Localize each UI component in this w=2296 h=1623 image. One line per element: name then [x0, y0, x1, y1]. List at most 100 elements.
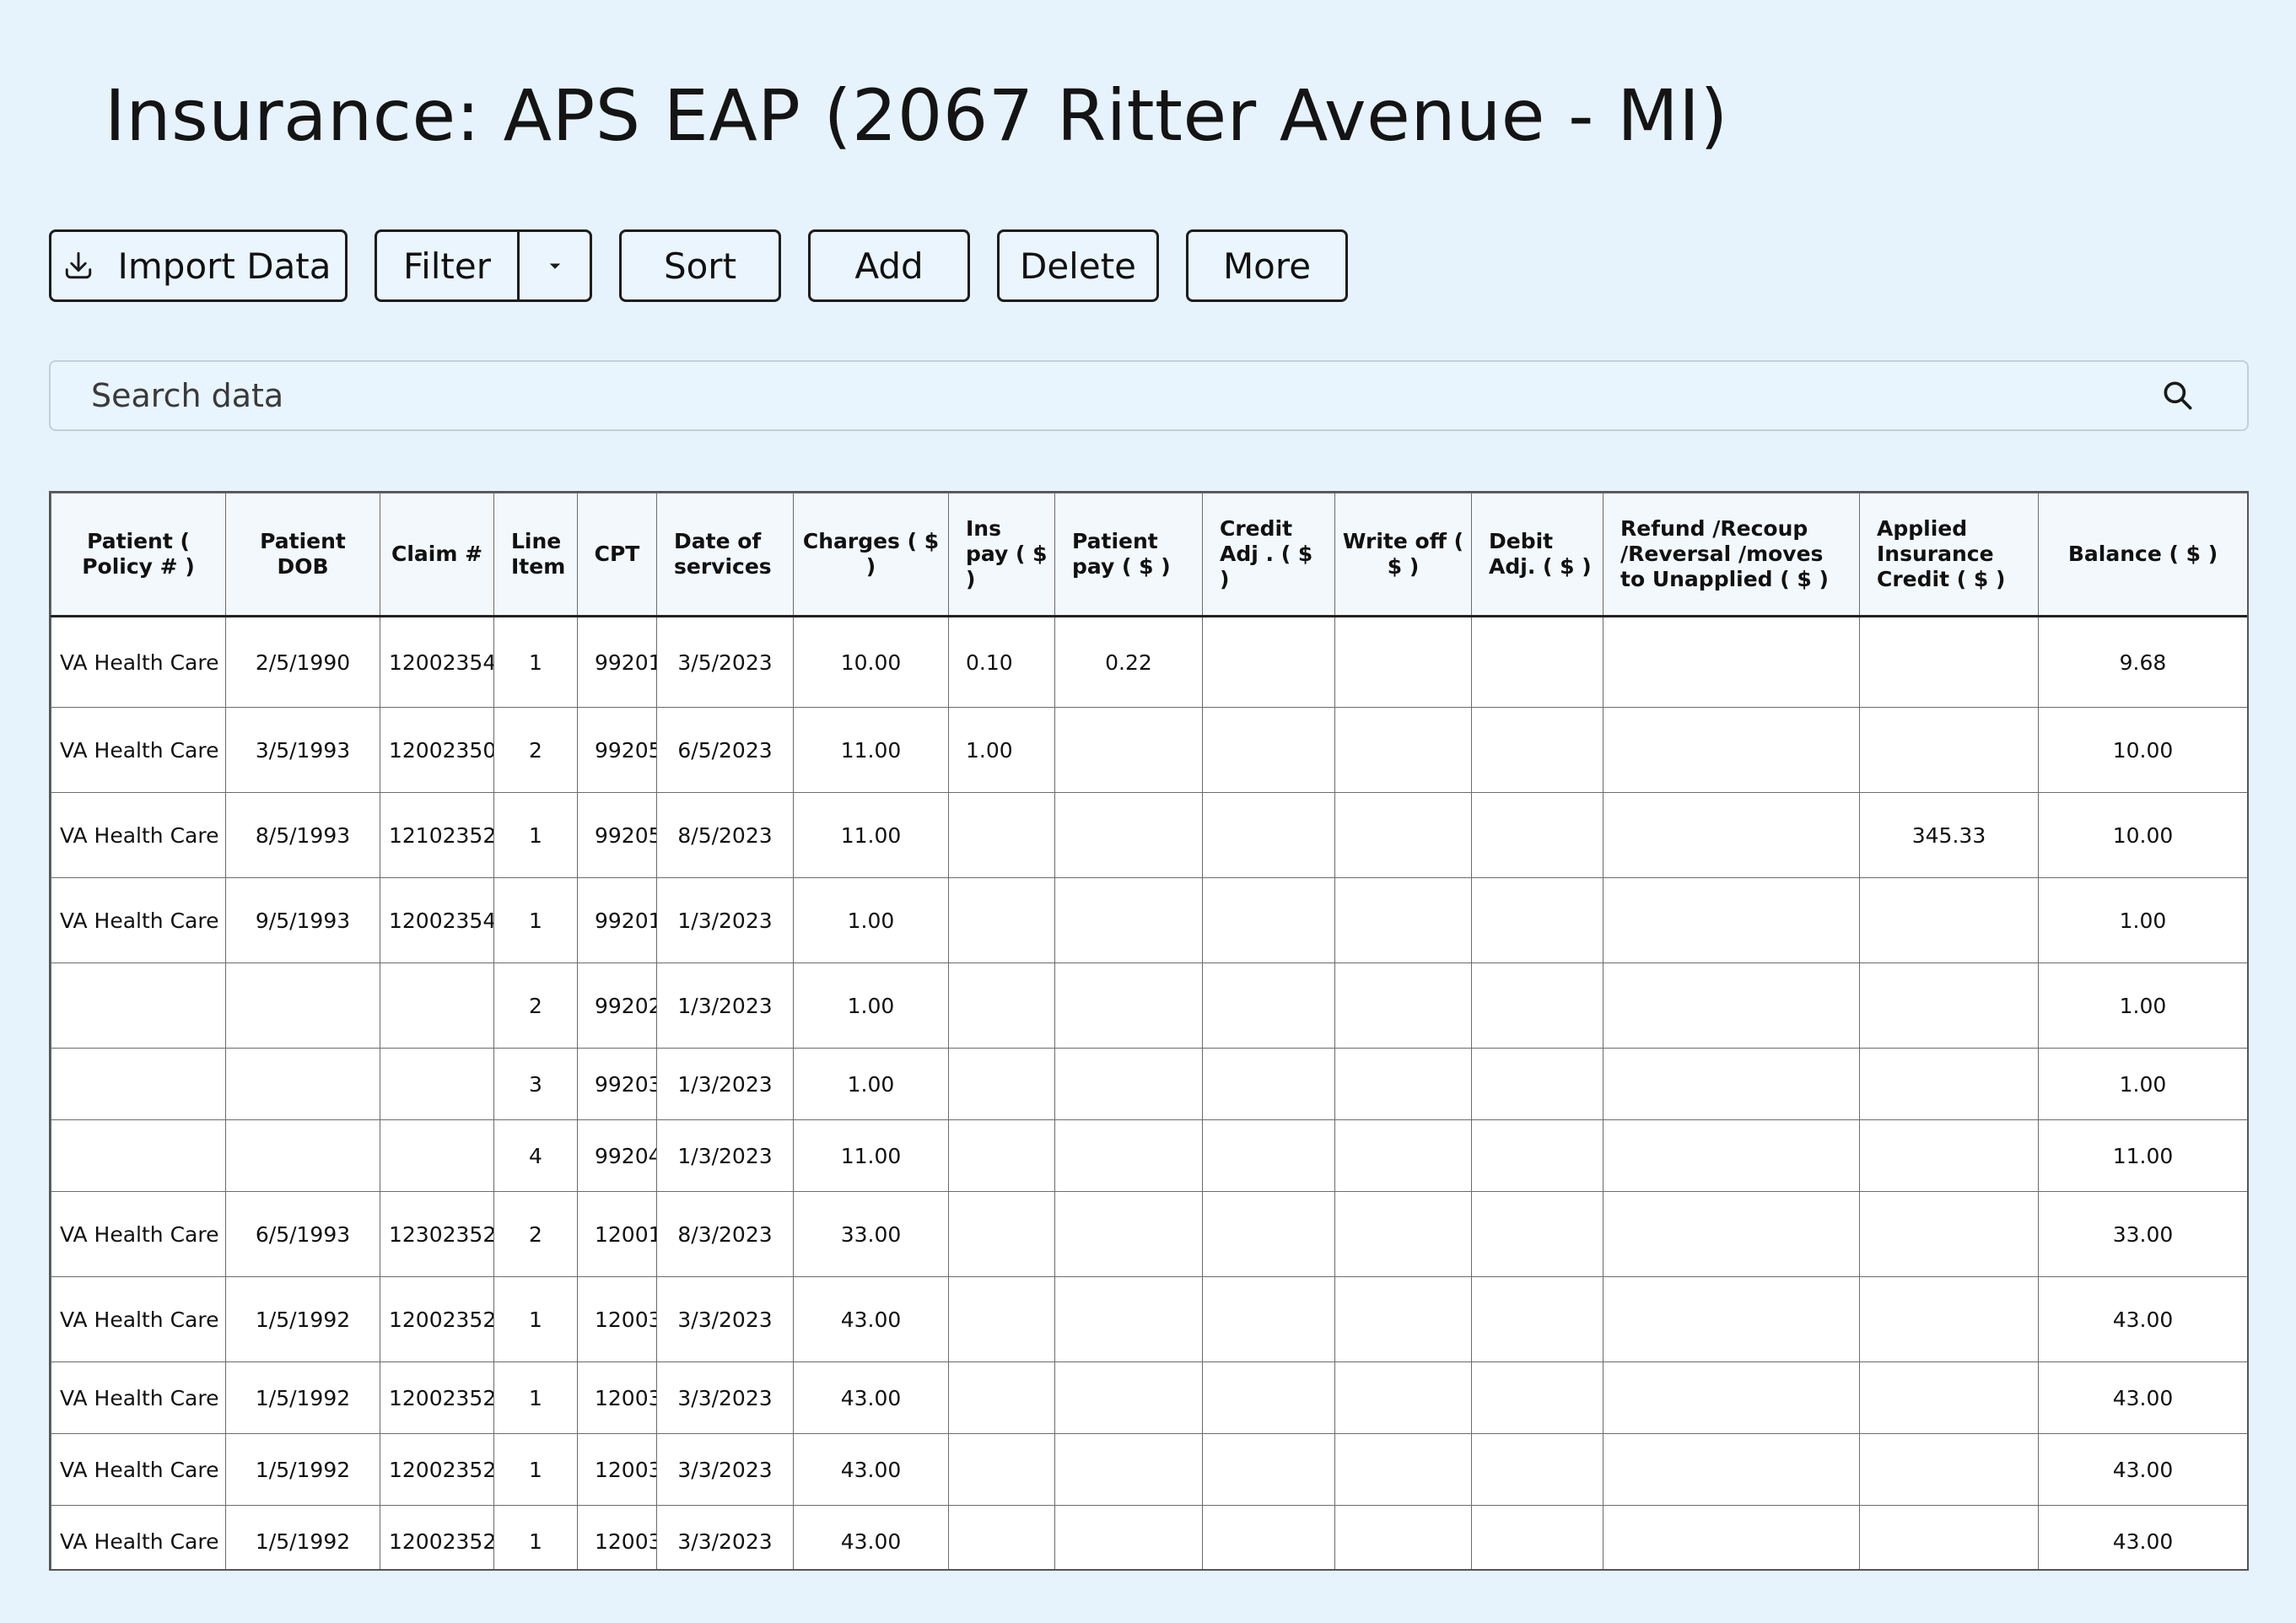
cell-write-off	[1334, 792, 1472, 878]
cell-date-of-services: 6/5/2023	[656, 707, 794, 793]
more-button[interactable]: More	[1186, 229, 1348, 302]
table-row[interactable]: VA Health Care 6/5/1993 12302352 2 12001 8/3/…	[51, 1191, 2247, 1277]
cell-ins-pay: 0.10	[948, 616, 1055, 708]
cell-patient-dob: 1/5/1992	[225, 1361, 380, 1434]
cell-charges: 43.00	[793, 1361, 949, 1434]
cell-ins-pay	[948, 962, 1055, 1049]
cell-patient-pay	[1054, 962, 1203, 1049]
cell-credit-adj	[1202, 707, 1335, 793]
filter-dropdown-toggle[interactable]	[520, 232, 590, 299]
table-row[interactable]: VA Health Care 1/5/1992 12002352 1 12003 3/3/…	[51, 1433, 2247, 1506]
column-header-refund-recoup[interactable]: Refund /Recoup /Reversal /moves to Unapp…	[1603, 493, 1860, 617]
cell-credit-adj	[1202, 877, 1335, 963]
add-button[interactable]: Add	[808, 229, 970, 302]
cell-charges: 43.00	[793, 1433, 949, 1506]
cell-patient-dob: 8/5/1993	[225, 792, 380, 878]
table-row[interactable]: 3 99203 1/3/2023 1.00 1.00	[51, 1048, 2247, 1120]
cell-write-off	[1334, 1505, 1472, 1569]
cell-claim-number: 12002352	[380, 1505, 494, 1569]
cell-line-item: 1	[493, 1276, 578, 1362]
cell-credit-adj	[1202, 962, 1335, 1049]
column-header-ins-pay[interactable]: Ins pay ( $ )	[948, 493, 1055, 617]
cell-ins-pay: 1.00	[948, 707, 1055, 793]
column-header-applied-insurance-credit[interactable]: Applied Insurance Credit ( $ )	[1859, 493, 2039, 617]
download-icon	[60, 247, 97, 284]
table-row[interactable]: VA Health Care 1/5/1992 12002352 1 12003 3/3/…	[51, 1505, 2247, 1569]
cell-refund-recoup	[1603, 1048, 1860, 1120]
cell-patient-pay	[1054, 1119, 1203, 1192]
table-row[interactable]: 2 99202 1/3/2023 1.00 1.00	[51, 962, 2247, 1049]
column-header-balance[interactable]: Balance ( $ )	[2038, 493, 2247, 617]
cell-debit-adj	[1471, 1276, 1603, 1362]
cell-line-item: 1	[493, 1433, 578, 1506]
cell-refund-recoup	[1603, 1276, 1860, 1362]
cell-patient: VA Health Care	[51, 1191, 226, 1277]
cell-patient	[51, 1048, 226, 1120]
cell-ins-pay	[948, 1433, 1055, 1506]
page-title: Insurance: APS EAP (2067 Ritter Avenue -…	[105, 74, 1728, 157]
cell-line-item: 2	[493, 1191, 578, 1277]
column-header-write-off[interactable]: Write off ( $ )	[1334, 493, 1472, 617]
import-data-button[interactable]: Import Data	[49, 229, 348, 302]
cell-credit-adj	[1202, 1119, 1335, 1192]
cell-line-item: 1	[493, 792, 578, 878]
cell-patient-pay: 0.22	[1054, 616, 1203, 708]
cell-write-off	[1334, 877, 1472, 963]
column-header-line-item[interactable]: Line Item	[493, 493, 578, 617]
cell-debit-adj	[1471, 792, 1603, 878]
cell-patient-dob: 1/5/1992	[225, 1433, 380, 1506]
column-header-charges[interactable]: Charges ( $ )	[793, 493, 949, 617]
cell-debit-adj	[1471, 1361, 1603, 1434]
column-header-date-of-services[interactable]: Date of services	[656, 493, 794, 617]
filter-split-button[interactable]: Filter	[375, 229, 592, 302]
cell-refund-recoup	[1603, 792, 1860, 878]
cell-write-off	[1334, 1191, 1472, 1277]
table-row[interactable]: VA Health Care 1/5/1992 12002352 1 12003 3/3/…	[51, 1361, 2247, 1434]
table-row[interactable]: VA Health Care 1/5/1992 12002352 1 12003 3/3/…	[51, 1276, 2247, 1362]
table-row[interactable]: VA Health Care 8/5/1993 12102352 1 99205 8/5/…	[51, 792, 2247, 878]
cell-date-of-services: 1/3/2023	[656, 877, 794, 963]
sort-button[interactable]: Sort	[619, 229, 781, 302]
cell-cpt: 99205	[577, 707, 657, 793]
column-header-credit-adj[interactable]: Credit Adj . ( $ )	[1202, 493, 1335, 617]
filter-button[interactable]: Filter	[377, 232, 520, 299]
cell-debit-adj	[1471, 1433, 1603, 1506]
table-row[interactable]: VA Health Care 3/5/1993 12002350 2 99205 6/5/…	[51, 707, 2247, 793]
cell-cpt: 12003	[577, 1505, 657, 1569]
cell-write-off	[1334, 962, 1472, 1049]
column-header-patient-pay[interactable]: Patient pay ( $ )	[1054, 493, 1203, 617]
cell-patient: VA Health Care	[51, 792, 226, 878]
search-input[interactable]	[51, 376, 2159, 415]
cell-refund-recoup	[1603, 1505, 1860, 1569]
cell-applied-insurance-credit	[1859, 962, 2039, 1049]
cell-debit-adj	[1471, 877, 1603, 963]
cell-patient-pay	[1054, 792, 1203, 878]
cell-charges: 1.00	[793, 962, 949, 1049]
cell-refund-recoup	[1603, 1361, 1860, 1434]
cell-cpt: 99201	[577, 877, 657, 963]
search-icon[interactable]	[2159, 377, 2196, 414]
cell-patient-pay	[1054, 1505, 1203, 1569]
cell-date-of-services: 1/3/2023	[656, 962, 794, 1049]
column-header-cpt[interactable]: CPT	[577, 493, 657, 617]
delete-button[interactable]: Delete	[997, 229, 1159, 302]
cell-line-item: 3	[493, 1048, 578, 1120]
cell-write-off	[1334, 1433, 1472, 1506]
cell-balance: 43.00	[2038, 1505, 2247, 1569]
table-row[interactable]: 4 99204 1/3/2023 11.00 11.00	[51, 1119, 2247, 1192]
table-row[interactable]: VA Health Care 2/5/1990 12002354 1 99201 3/5/…	[51, 616, 2247, 708]
column-header-claim-number[interactable]: Claim #	[380, 493, 494, 617]
column-header-debit-adj[interactable]: Debit Adj. ( $ )	[1471, 493, 1603, 617]
cell-balance: 10.00	[2038, 707, 2247, 793]
cell-balance: 11.00	[2038, 1119, 2247, 1192]
column-header-patient[interactable]: Patient ( Policy # )	[51, 493, 226, 617]
column-header-patient-dob[interactable]: Patient DOB	[225, 493, 380, 617]
table-row[interactable]: VA Health Care 9/5/1993 12002354 1 99201 1/3/…	[51, 877, 2247, 963]
cell-credit-adj	[1202, 616, 1335, 708]
cell-credit-adj	[1202, 1191, 1335, 1277]
cell-date-of-services: 1/3/2023	[656, 1048, 794, 1120]
cell-ins-pay	[948, 877, 1055, 963]
cell-ins-pay	[948, 792, 1055, 878]
cell-patient-pay	[1054, 707, 1203, 793]
cell-applied-insurance-credit	[1859, 707, 2039, 793]
